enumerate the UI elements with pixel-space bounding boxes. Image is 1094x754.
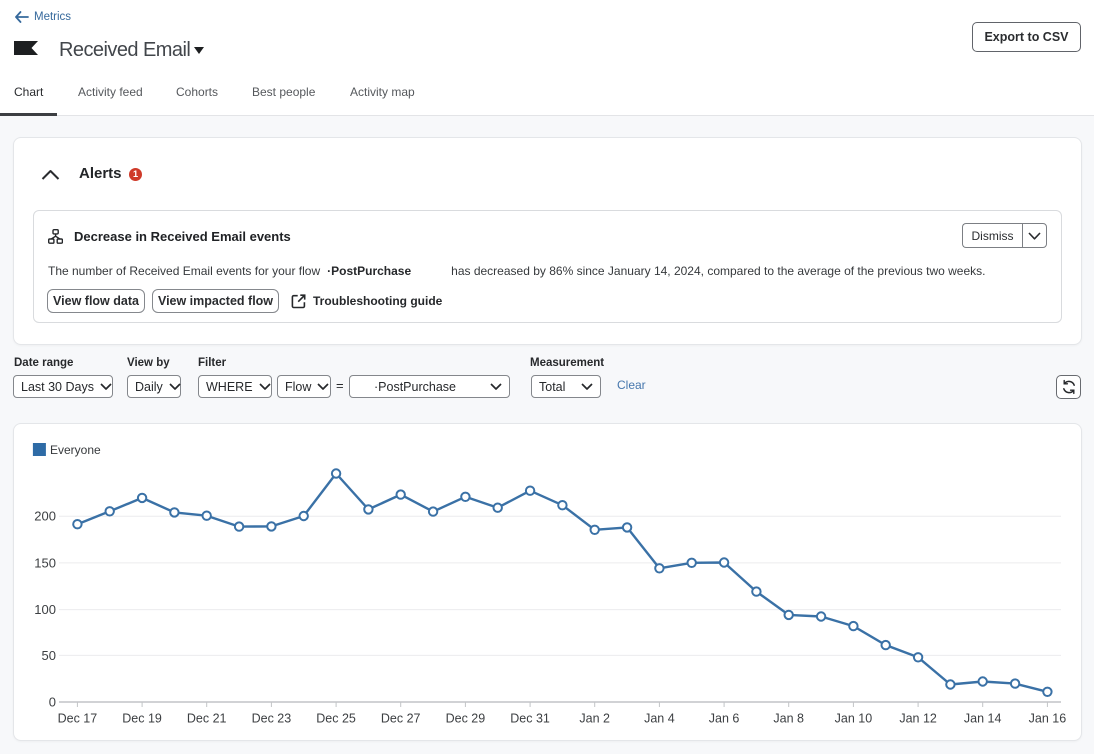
svg-text:0: 0 — [49, 695, 56, 710]
svg-text:200: 200 — [34, 509, 56, 524]
svg-text:100: 100 — [34, 602, 56, 617]
svg-text:Dec 29: Dec 29 — [446, 712, 486, 726]
svg-text:Jan 14: Jan 14 — [964, 712, 1002, 726]
svg-text:Everyone: Everyone — [50, 443, 101, 457]
svg-text:Jan 2: Jan 2 — [579, 712, 610, 726]
svg-text:Dec 17: Dec 17 — [58, 712, 98, 726]
svg-text:Dec 25: Dec 25 — [316, 712, 356, 726]
svg-text:Jan 16: Jan 16 — [1029, 712, 1067, 726]
svg-text:Dec 19: Dec 19 — [122, 712, 162, 726]
svg-text:Jan 8: Jan 8 — [773, 712, 804, 726]
svg-text:Jan 10: Jan 10 — [835, 712, 873, 726]
svg-text:Jan 6: Jan 6 — [709, 712, 740, 726]
svg-text:Dec 23: Dec 23 — [252, 712, 292, 726]
svg-text:Dec 31: Dec 31 — [510, 712, 550, 726]
svg-text:50: 50 — [42, 648, 56, 663]
svg-text:Dec 21: Dec 21 — [187, 712, 227, 726]
svg-text:Jan 4: Jan 4 — [644, 712, 675, 726]
svg-text:Dec 27: Dec 27 — [381, 712, 421, 726]
svg-text:150: 150 — [34, 555, 56, 570]
svg-text:Jan 12: Jan 12 — [899, 712, 937, 726]
